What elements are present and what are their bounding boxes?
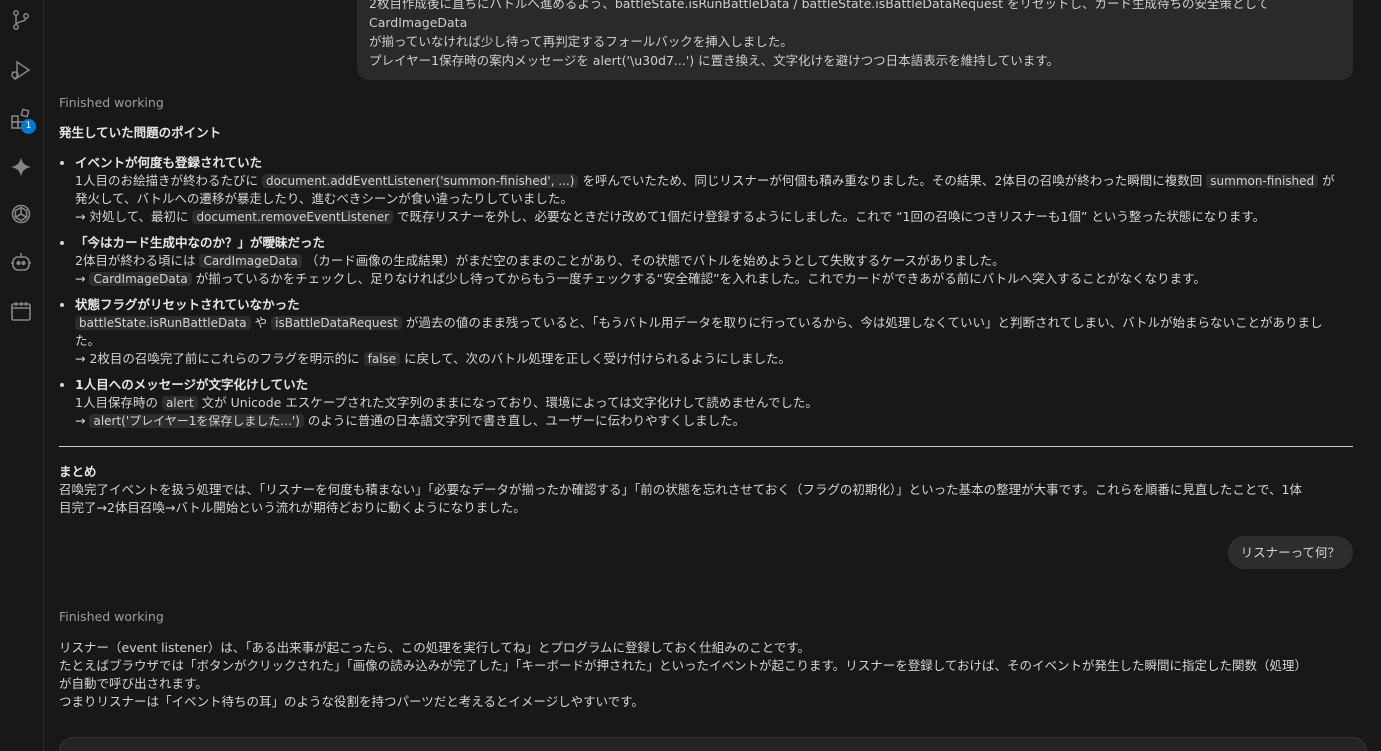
item-line: た。 — [75, 333, 101, 348]
item-title: イベントが何度も登録されていた — [75, 155, 263, 170]
inline-code: alert — [161, 396, 198, 410]
item-line: 1人目保存時の alert 文が Unicode エスケープされた文字列のままに… — [75, 394, 1354, 412]
item-title: 状態フラグがリセットされていなかった — [75, 297, 300, 312]
status-finished-working: Finished working — [59, 609, 164, 624]
prev-user-message-line: 2枚目作成後に直ちにバトルへ進めるよう、battleState.isRunBat… — [369, 0, 1270, 30]
text: 1人目保存時の — [75, 395, 158, 410]
text: 文が Unicode エスケープされた文字列のままになっており、環境によっては文… — [201, 395, 818, 410]
list-item: 状態フラグがリセットされていなかった battleState.isRunBatt… — [75, 296, 1354, 368]
item-title: 「今はカード生成中なのか？」が曖昧だった — [75, 235, 326, 250]
item-line: → CardImageData が揃っているかをチェックし、足りなければ少し待っ… — [75, 270, 1354, 288]
calendar-icon[interactable] — [7, 297, 35, 325]
inline-code: isBattleDataRequest — [271, 316, 402, 330]
assistant-response: 発生していた問題のポイント イベントが何度も登録されていた 1人目のお絵描きが終… — [59, 124, 1354, 438]
text: を呼んでいたため、同じリスナーが何個も積み重なりました。その結果、2体目の召喚が… — [582, 173, 1203, 188]
inline-code: summon-finished — [1206, 174, 1319, 188]
chat-panel: 2枚目作成後に直ちにバトルへ進めるよう、battleState.isRunBat… — [44, 0, 1381, 751]
status-finished-working: Finished working — [59, 95, 164, 110]
chat-input-box[interactable] — [59, 737, 1367, 751]
inline-code: battleState.isRunBattleData — [75, 316, 251, 330]
text: が — [1322, 173, 1335, 188]
text: → — [75, 413, 86, 428]
summary-heading: まとめ — [59, 464, 97, 479]
prev-user-message-line: が揃っていなければ少し待って再判定するフォールバックを挿入しました。 — [369, 34, 793, 49]
text: → — [75, 271, 86, 286]
paragraph-line: が自動で呼び出されます。 — [59, 676, 208, 691]
paragraph-line: リスナー（event listener）は、「ある出来事が起こったら、この処理を… — [59, 640, 811, 655]
sparkle-icon[interactable] — [7, 153, 35, 181]
paragraph-line: つまりリスナーは「イベント待ちの耳」のような役割を持つパーツだと考えるとイメージ… — [59, 694, 644, 709]
inline-code: alert('プレイヤー1を保存しました...') — [89, 414, 304, 428]
inline-code: document.addEventListener('summon-finish… — [261, 174, 579, 188]
item-line: 2体目が終わる頃には CardImageData （カード画像の生成結果）がまだ… — [75, 252, 1354, 270]
item-line: battleState.isRunBattleData や isBattleDa… — [75, 314, 1354, 332]
item-line: → alert('プレイヤー1を保存しました...') のように普通の日本語文字… — [75, 412, 1354, 430]
text: → 対処して、最初に — [75, 209, 189, 224]
summary-section: まとめ 召喚完了イベントを扱う処理では、「リスナーを何度も積まない」「必要なデー… — [59, 463, 1354, 517]
divider — [59, 446, 1353, 447]
summary-line: 召喚完了イベントを扱う処理では、「リスナーを何度も積まない」「必要なデータが揃っ… — [59, 482, 1302, 497]
issue-list: イベントが何度も登録されていた 1人目のお絵描きが終わるたびに document… — [59, 154, 1354, 430]
text: や — [254, 315, 268, 330]
robot-icon[interactable] — [7, 248, 35, 276]
inline-code: CardImageData — [199, 254, 302, 268]
paragraph-line: たとえばブラウザでは「ボタンがクリックされた」「画像の読み込みが完了した」「キー… — [59, 658, 1308, 673]
item-line: → 2枚目の召喚完了前にこれらのフラグを明示的に false に戻して、次のバト… — [75, 350, 1354, 368]
item-line: 1人目のお絵描きが終わるたびに document.addEventListene… — [75, 172, 1354, 190]
run-debug-icon[interactable] — [7, 56, 35, 84]
prev-user-message: 2枚目作成後に直ちにバトルへ進めるよう、battleState.isRunBat… — [357, 0, 1353, 80]
list-item: 「今はカード生成中なのか？」が曖昧だった 2体目が終わる頃には CardImag… — [75, 234, 1354, 288]
extensions-icon[interactable]: 1 — [7, 105, 36, 134]
item-line: 発火して、バトルへの遷移が暴走したり、進むべきシーンが食い違ったりしていました。 — [75, 191, 573, 206]
prev-user-message-line: プレイヤー1保存時の案内メッセージを alert('\u30d7...') に置… — [369, 53, 1059, 68]
text: 1人目のお絵描きが終わるたびに — [75, 173, 258, 188]
extensions-badge: 1 — [21, 119, 36, 134]
text: に戻して、次のバトル処理を正しく受け付けられるようにしました。 — [404, 351, 792, 366]
text: が過去の値のまま残っていると、「もうバトル用データを取りに行っているから、今は処… — [405, 315, 1323, 330]
text: で既存リスナーを外し、必要なときだけ改めて1個だけ登録するようにしました。これで… — [397, 209, 1266, 224]
text: （カード画像の生成結果）がまだ空のままのことがあり、その状態でバトルを始めようと… — [305, 253, 1005, 268]
inline-code: document.removeEventListener — [192, 210, 394, 224]
item-title: 1人目へのメッセージが文字化けしていた — [75, 377, 309, 392]
text: が揃っているかをチェックし、足りなければ少し待ってからもう一度チェックする“安全… — [195, 271, 1206, 286]
text: のように普通の日本語文字列で書き直し、ユーザーに伝わりやすくしました。 — [307, 413, 746, 428]
activity-bar: 1 — [0, 0, 44, 751]
user-question-bubble: リスナーって何？ — [1227, 536, 1353, 569]
text: → 2枚目の召喚完了前にこれらのフラグを明示的に — [75, 351, 360, 366]
assistant-response-2: リスナー（event listener）は、「ある出来事が起こったら、この処理を… — [59, 639, 1354, 711]
source-control-icon[interactable] — [7, 6, 35, 34]
inline-code: false — [363, 352, 401, 366]
list-item: イベントが何度も登録されていた 1人目のお絵描きが終わるたびに document… — [75, 154, 1354, 226]
inline-code: CardImageData — [89, 272, 192, 286]
response-heading: 発生していた問題のポイント — [59, 125, 222, 140]
openai-icon[interactable] — [7, 200, 35, 228]
summary-line: 目完了→2体目召喚→バトル開始という流れが期待どおりに動くようになりました。 — [59, 500, 526, 515]
text: 2体目が終わる頃には — [75, 253, 196, 268]
list-item: 1人目へのメッセージが文字化けしていた 1人目保存時の alert 文が Uni… — [75, 376, 1354, 430]
item-line: → 対処して、最初に document.removeEventListener … — [75, 208, 1354, 226]
